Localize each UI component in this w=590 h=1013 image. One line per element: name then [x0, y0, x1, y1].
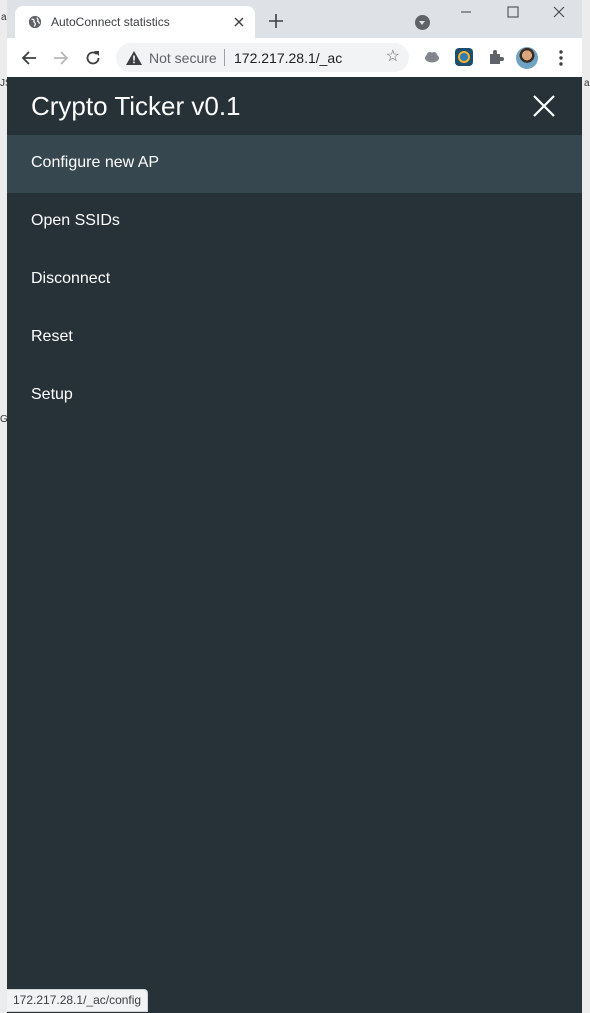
menu-item-open-ssids[interactable]: Open SSIDs [7, 193, 582, 251]
more-menu-icon[interactable] [549, 46, 573, 70]
forward-arrow-icon[interactable] [49, 46, 73, 70]
maximize-icon[interactable] [489, 0, 535, 26]
url-text[interactable]: 172.217.28.1/_ac [234, 50, 342, 66]
browser-toolbar: Not secure 172.217.28.1/_ac ☆ [0, 38, 590, 79]
tab-strip: AutoConnect statistics [0, 0, 590, 38]
warning-icon [126, 51, 142, 65]
edge-fragment: a [584, 78, 590, 89]
tab-close-icon[interactable] [229, 12, 249, 32]
menu-item-reset[interactable]: Reset [7, 309, 582, 367]
left-page-edge [0, 0, 7, 1013]
browser-tab[interactable]: AutoConnect statistics [15, 6, 255, 38]
menu-title: Crypto Ticker v0.1 [31, 91, 241, 121]
globe-icon [28, 15, 42, 29]
menu-item-setup[interactable]: Setup [7, 367, 582, 425]
menu-item-label: Reset [31, 328, 73, 345]
menu-item-label: Disconnect [31, 270, 111, 287]
menu-header: Crypto Ticker v0.1 [7, 77, 582, 135]
address-bar[interactable]: Not secure 172.217.28.1/_ac ☆ [116, 43, 409, 72]
tab-search-dropdown-icon[interactable] [415, 15, 430, 30]
menu-item-label: Setup [31, 386, 73, 403]
menu-item-disconnect[interactable]: Disconnect [7, 251, 582, 309]
cloud-extension-icon[interactable] [422, 47, 442, 67]
link-status-bar: 172.217.28.1/_ac/config [7, 989, 149, 1012]
globe-extension-icon[interactable] [454, 47, 474, 67]
reload-icon[interactable] [81, 46, 105, 70]
back-arrow-icon[interactable] [17, 46, 41, 70]
menu-item-label: Open SSIDs [31, 212, 120, 229]
minimize-icon[interactable] [443, 0, 489, 26]
close-menu-icon[interactable] [532, 94, 556, 118]
security-label[interactable]: Not secure [149, 50, 217, 66]
omnibox-divider [224, 49, 225, 66]
new-tab-plus-icon[interactable] [266, 11, 286, 31]
window-close-icon[interactable] [535, 0, 581, 26]
extensions-puzzle-icon[interactable] [486, 47, 506, 67]
edge-fragment: a [1, 12, 7, 23]
tab-title: AutoConnect statistics [51, 15, 170, 29]
profile-avatar[interactable] [516, 47, 538, 69]
right-page-edge [582, 0, 590, 1013]
menu-item-configure-new-ap[interactable]: Configure new AP [7, 135, 582, 193]
bookmark-star-icon[interactable]: ☆ [386, 48, 400, 66]
navigation-menu: Crypto Ticker v0.1 Configure new AP Open… [7, 77, 582, 1013]
menu-item-label: Configure new AP [31, 154, 160, 171]
